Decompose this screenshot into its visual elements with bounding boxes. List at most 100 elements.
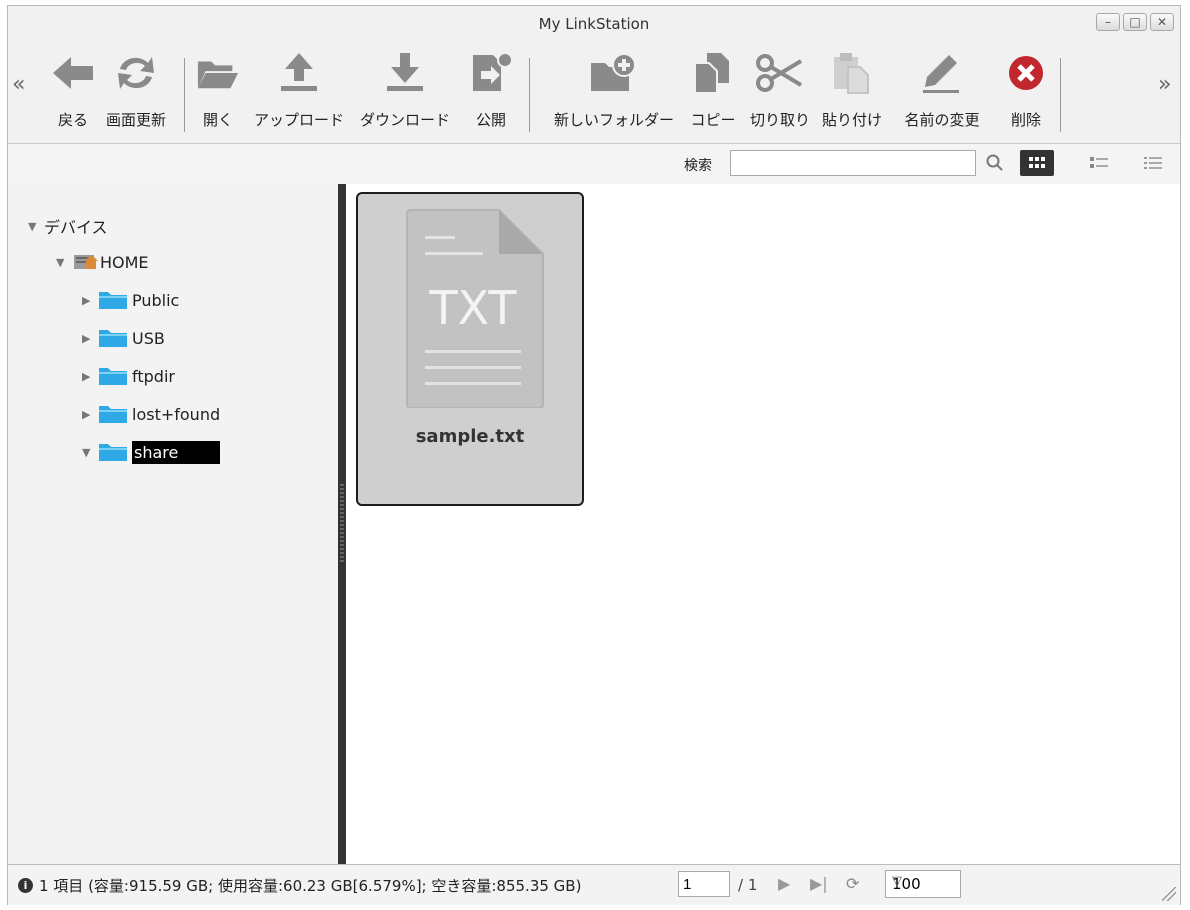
- app-window: My LinkStation – □ ✕ « 戻る 画面更新 開く アップロード…: [7, 5, 1181, 905]
- folder-icon: [99, 444, 127, 461]
- folder-icon: [99, 330, 127, 347]
- grid-view-icon: [1029, 157, 1045, 168]
- tree-item-label: Public: [132, 290, 180, 310]
- rename-button[interactable]: 名前の変更: [894, 42, 990, 142]
- toolbar-scroll-right-button[interactable]: »: [1158, 72, 1171, 97]
- toolbar-scroll-left-button[interactable]: «: [12, 72, 25, 97]
- new-folder-button[interactable]: 新しいフォルダー: [548, 42, 680, 142]
- delete-label: 削除: [1010, 111, 1041, 129]
- toolbar-separator: [1060, 58, 1061, 132]
- paste-icon: [820, 48, 884, 98]
- tree-item-home[interactable]: ▼ HOME: [56, 250, 149, 274]
- publish-icon: [468, 48, 514, 98]
- folder-icon: [99, 292, 127, 309]
- list-view-icon: [1090, 157, 1108, 168]
- status-summary: i 1 項目 (容量:915.59 GB; 使用容量:60.23 GB[6.57…: [18, 875, 581, 896]
- copy-icon: [688, 48, 738, 98]
- copy-button[interactable]: コピー: [688, 42, 738, 142]
- maximize-icon: □: [1129, 15, 1141, 29]
- minimize-icon: –: [1105, 15, 1111, 29]
- next-page-button[interactable]: ▶: [778, 874, 790, 893]
- new-folder-label: 新しいフォルダー: [553, 111, 674, 129]
- refresh-icon: [102, 48, 170, 98]
- upload-button[interactable]: アップロード: [254, 42, 344, 142]
- view-icons-button[interactable]: [1020, 150, 1054, 176]
- expanded-arrow-icon: ▼: [56, 255, 65, 269]
- toolbar: « 戻る 画面更新 開く アップロード ダウンロード 公開 新しいフォルダー コ…: [8, 42, 1180, 142]
- folder-icon: [99, 368, 127, 385]
- page-total: / 1: [738, 876, 758, 894]
- last-page-button[interactable]: ▶|: [810, 874, 828, 893]
- minimize-button[interactable]: –: [1096, 13, 1120, 31]
- upload-icon: [256, 48, 342, 98]
- paste-button[interactable]: 貼り付け: [820, 42, 884, 142]
- text-file-icon: TXT: [406, 209, 544, 408]
- new-folder-icon: [548, 48, 680, 98]
- back-button[interactable]: 戻る: [48, 42, 98, 142]
- view-list-button[interactable]: [1084, 150, 1114, 176]
- file-type-label: TXT: [429, 281, 518, 335]
- close-button[interactable]: ✕: [1150, 13, 1174, 31]
- pane-splitter[interactable]: [338, 184, 346, 864]
- refresh-label: 画面更新: [105, 111, 166, 129]
- window-title: My LinkStation: [538, 15, 650, 33]
- tree-item-label: HOME: [100, 252, 149, 272]
- splitter-grip[interactable]: [340, 484, 344, 564]
- nas-home-icon: [74, 255, 98, 269]
- search-label: 検索: [684, 158, 712, 174]
- page-number-input[interactable]: [678, 871, 730, 897]
- collapsed-arrow-icon: ▶: [82, 293, 91, 307]
- cut-button[interactable]: 切り取り: [748, 42, 812, 142]
- search-input[interactable]: [730, 150, 976, 176]
- tree-item-ftpdir[interactable]: ▶ ftpdir: [82, 364, 175, 388]
- tree-item-label: ftpdir: [132, 366, 175, 386]
- back-arrow-icon: [48, 48, 98, 98]
- delete-icon: [1006, 48, 1046, 98]
- rename-label: 名前の変更: [904, 111, 980, 129]
- search-button[interactable]: [980, 150, 1010, 176]
- window-controls: – □ ✕: [1096, 13, 1174, 31]
- file-tile[interactable]: TXT sample.txt: [356, 192, 584, 506]
- toolbar-separator: [529, 58, 530, 132]
- download-button[interactable]: ダウンロード: [360, 42, 450, 142]
- folder-tree: ▼ デバイス ▼ HOME ▶ Public ▶ USB ▶ ftpdir ▶ …: [8, 184, 338, 864]
- search-bar: 検索: [8, 143, 1180, 185]
- tree-item-share[interactable]: ▼ share: [82, 440, 221, 464]
- rename-icon: [894, 48, 990, 98]
- tree-item-lost-found[interactable]: ▶ lost+found: [82, 402, 220, 426]
- refresh-button[interactable]: 画面更新: [102, 42, 170, 142]
- title-bar: My LinkStation – □ ✕: [8, 6, 1180, 42]
- folder-icon: [99, 406, 127, 423]
- view-details-button[interactable]: [1138, 150, 1168, 176]
- toolbar-separator: [184, 58, 185, 132]
- tree-item-label: USB: [132, 328, 165, 348]
- file-name: sample.txt: [415, 426, 525, 447]
- download-icon: [362, 48, 448, 98]
- search-icon: [986, 154, 1003, 171]
- tree-item-public[interactable]: ▶ Public: [82, 288, 179, 312]
- reload-page-button[interactable]: ⟳: [846, 874, 859, 893]
- delete-button[interactable]: 削除: [1006, 42, 1046, 142]
- info-icon: i: [18, 878, 33, 893]
- close-icon: ✕: [1156, 15, 1168, 29]
- tree-item-label-selected: share: [132, 440, 221, 464]
- status-text: 1 項目 (容量:915.59 GB; 使用容量:60.23 GB[6.579%…: [39, 877, 582, 895]
- maximize-button[interactable]: □: [1123, 13, 1147, 31]
- publish-button[interactable]: 公開: [468, 42, 514, 142]
- file-view: TXT sample.txt: [346, 184, 1180, 864]
- status-bar: i 1 項目 (容量:915.59 GB; 使用容量:60.23 GB[6.57…: [8, 864, 1180, 905]
- tree-item-usb[interactable]: ▶ USB: [82, 326, 165, 350]
- page-size-select[interactable]: 100 ▽: [885, 870, 961, 898]
- tree-root-label: デバイス: [44, 218, 108, 237]
- publish-label: 公開: [475, 111, 506, 129]
- details-view-icon: [1144, 157, 1162, 169]
- collapsed-arrow-icon: ▶: [82, 369, 91, 383]
- upload-label: アップロード: [253, 111, 344, 129]
- collapsed-arrow-icon: ▶: [82, 331, 91, 345]
- tree-root-devices[interactable]: ▼ デバイス: [28, 214, 108, 238]
- resize-grip[interactable]: [1162, 887, 1176, 901]
- cut-icon: [748, 48, 812, 98]
- open-folder-icon: [196, 48, 240, 98]
- open-button[interactable]: 開く: [196, 42, 240, 142]
- download-label: ダウンロード: [359, 111, 450, 129]
